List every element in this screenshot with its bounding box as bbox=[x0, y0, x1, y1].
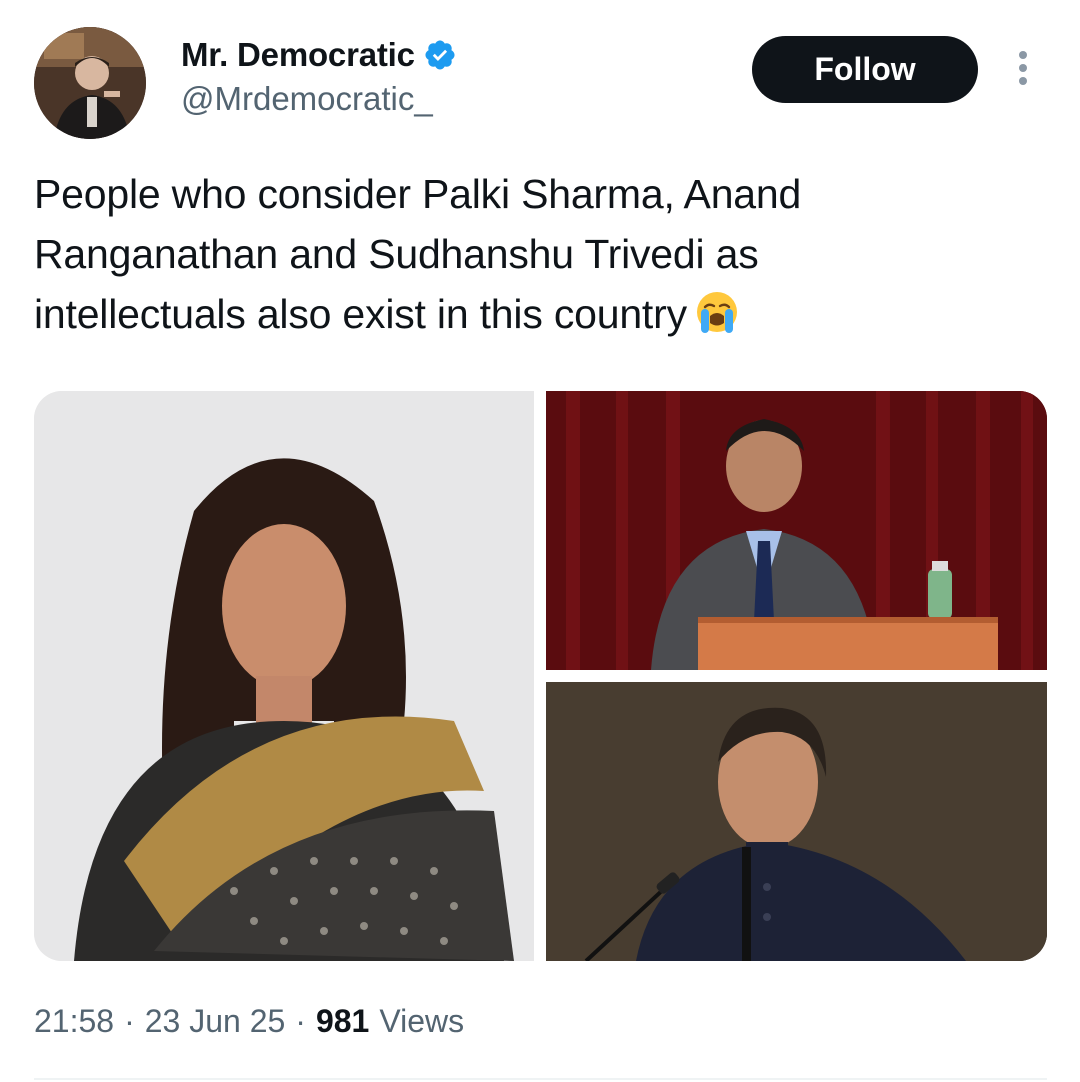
more-vertical-icon[interactable] bbox=[1012, 48, 1034, 88]
tweet-text-line: Ranganathan and Sudhanshu Trivedi as bbox=[34, 231, 759, 277]
meta-separator: · bbox=[295, 1003, 306, 1039]
verified-badge-icon bbox=[425, 40, 455, 70]
views-label: Views bbox=[379, 1003, 465, 1039]
photo-man-at-podium-image bbox=[546, 391, 1047, 670]
photo-woman-in-saree-image bbox=[34, 391, 534, 961]
tweet-meta: 21:58 · 23 Jun 25 · 981 Views bbox=[34, 1003, 464, 1040]
media-grid bbox=[34, 391, 1047, 961]
profile-photo-icon bbox=[34, 27, 146, 139]
author-name[interactable]: Mr. Democratic bbox=[181, 36, 457, 74]
tweet-text-line-last: intellectuals also exist in this country bbox=[34, 284, 1044, 344]
tweet-time[interactable]: 21:58 bbox=[34, 1003, 114, 1040]
photo-man-speaking-image bbox=[546, 682, 1047, 961]
follow-button[interactable]: Follow bbox=[752, 36, 978, 103]
photo-man-at-podium-red-curtain[interactable] bbox=[546, 391, 1047, 670]
author-handle[interactable]: @Mrdemocratic_ bbox=[181, 80, 433, 118]
tweet-text-line: intellectuals also exist in this country bbox=[34, 291, 687, 337]
tweet-card: Mr. Democratic @Mrdemocratic_ Follow Peo… bbox=[0, 0, 1080, 1082]
views-count: 981 bbox=[315, 1003, 370, 1039]
loudly-crying-face-icon bbox=[696, 292, 737, 333]
divider bbox=[34, 1078, 1047, 1080]
tweet-date[interactable]: 23 Jun 25 bbox=[145, 1003, 286, 1040]
avatar[interactable] bbox=[34, 27, 146, 139]
meta-separator: · bbox=[124, 1003, 135, 1039]
photo-man-speaking-at-microphone[interactable] bbox=[546, 682, 1047, 961]
tweet-text: People who consider Palki Sharma, Anand … bbox=[34, 164, 1044, 344]
author-display-name[interactable]: Mr. Democratic bbox=[181, 36, 415, 74]
tweet-text-line: People who consider Palki Sharma, Anand bbox=[34, 171, 802, 217]
photo-woman-in-saree[interactable] bbox=[34, 391, 534, 961]
